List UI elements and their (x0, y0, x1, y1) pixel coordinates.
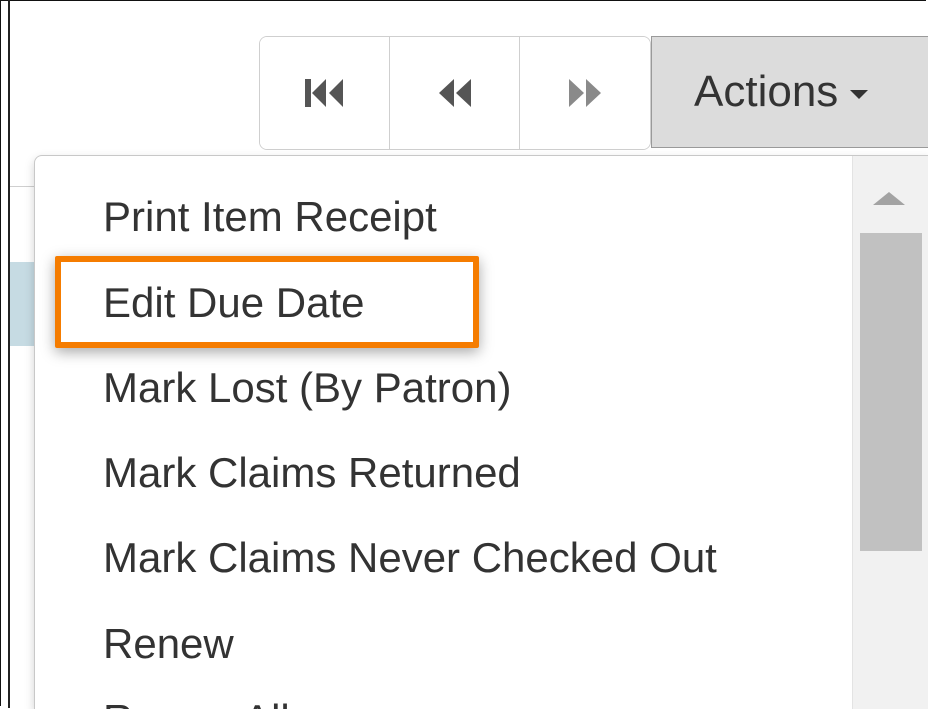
scroll-up-arrow-icon[interactable] (873, 192, 905, 205)
left-border (8, 0, 10, 708)
scroll-thumb[interactable] (860, 233, 922, 551)
fast-forward-icon (569, 79, 601, 107)
actions-menu: Print Item Receipt Edit Due Date Mark Lo… (34, 155, 928, 709)
pager-group (259, 36, 651, 150)
skip-first-icon (304, 79, 343, 107)
edit-due-date-highlight (55, 256, 479, 348)
menu-item-mark-lost[interactable]: Mark Lost (By Patron) (103, 367, 511, 409)
rewind-icon (438, 79, 471, 107)
first-page-button[interactable] (260, 37, 390, 149)
actions-dropdown-button[interactable]: Actions (651, 36, 928, 148)
actions-label: Actions (694, 67, 839, 116)
menu-scrollbar[interactable] (852, 156, 928, 709)
previous-page-button[interactable] (390, 37, 520, 149)
menu-item-mark-claims-returned[interactable]: Mark Claims Returned (103, 452, 521, 494)
menu-item-mark-claims-never-checked-out[interactable]: Mark Claims Never Checked Out (103, 537, 717, 579)
menu-item-print-item-receipt[interactable]: Print Item Receipt (103, 196, 437, 238)
caret-down-icon (850, 89, 869, 99)
menu-item-renew[interactable]: Renew (103, 623, 234, 665)
next-page-button[interactable] (520, 37, 650, 149)
